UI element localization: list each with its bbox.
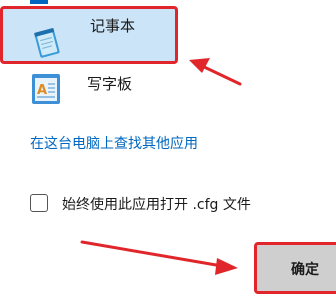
arrow-to-notepad	[189, 58, 242, 86]
arrow-to-ok-button	[80, 240, 238, 275]
open-with-dialog: 记事本 A 写字板 在这台电脑上查找其他应用 始终使用此应用打开 .cfg 文件…	[0, 0, 336, 299]
annotation-arrows	[80, 58, 242, 275]
